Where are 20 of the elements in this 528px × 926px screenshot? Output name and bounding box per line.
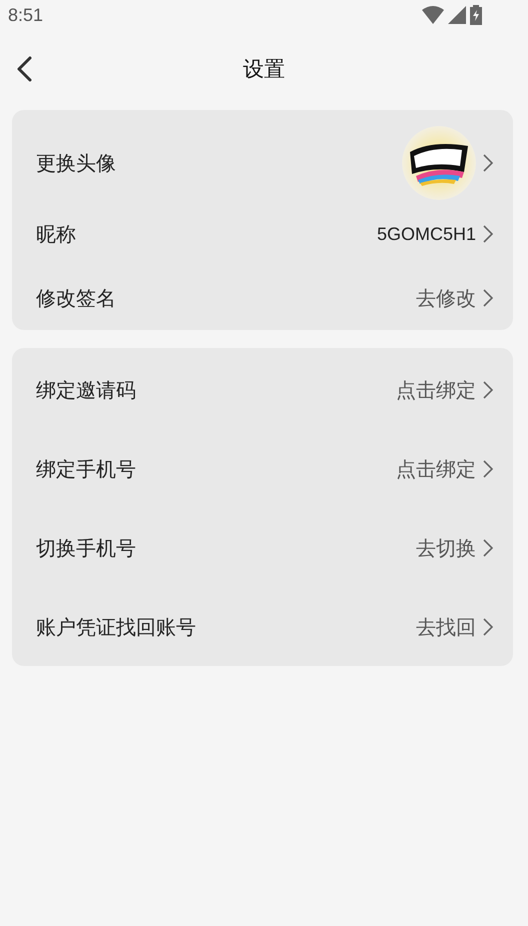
chevron-icon	[482, 289, 493, 307]
chevron-icon	[482, 460, 493, 478]
back-icon	[16, 56, 32, 82]
chevron-icon	[482, 538, 493, 556]
status-time: 8:51	[8, 4, 44, 26]
settings-row[interactable]: 更换头像	[36, 110, 493, 202]
chevron-icon	[482, 154, 493, 172]
chevron-icon	[482, 618, 493, 636]
settings-row[interactable]: 绑定手机号 点击绑定	[36, 429, 493, 508]
settings-row[interactable]: 修改签名 去修改	[36, 266, 493, 330]
settings-row[interactable]: 切换手机号 去切换	[36, 508, 493, 587]
chevron-icon	[482, 225, 493, 243]
signal-icon	[448, 6, 466, 24]
page-title: 设置	[243, 56, 285, 84]
settings-row[interactable]: 绑定邀请码 点击绑定	[36, 350, 493, 429]
settings-row[interactable]: 昵称 5GOMC5H1	[36, 202, 493, 266]
settings-row[interactable]: 账户凭证找回账号 去找回	[36, 587, 493, 666]
chevron-icon	[482, 380, 493, 398]
wifi-icon	[422, 6, 444, 24]
battery-icon	[470, 5, 482, 25]
